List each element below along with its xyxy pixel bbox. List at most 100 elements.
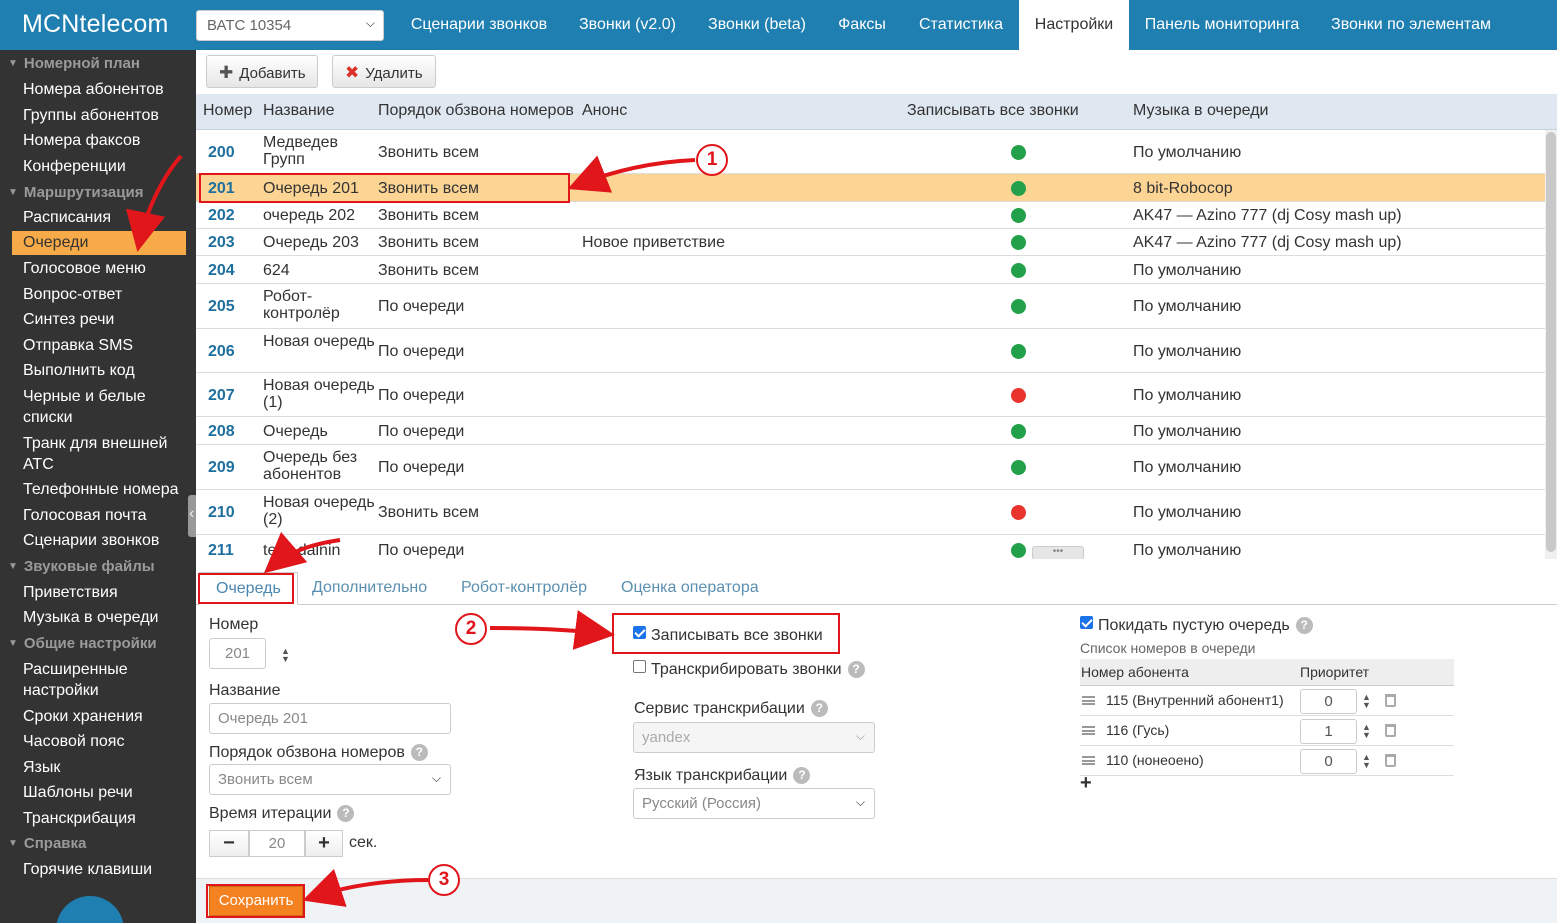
table-row[interactable]: 206 Новая очередь По очереди По умолчанию: [196, 329, 1557, 373]
record-all-checkbox[interactable]: [633, 626, 646, 639]
sidebar-item-transcription[interactable]: Транскрибация: [12, 808, 186, 829]
drag-handle-icon[interactable]: [1082, 696, 1095, 705]
table-row[interactable]: 204 624 Звонить всем По умолчанию: [196, 256, 1557, 284]
order-select[interactable]: Звонить всем ⌵: [209, 764, 451, 795]
sidebar-item-advanced-settings-line2[interactable]: настройки: [12, 680, 186, 701]
service-select[interactable]: yandex ⌵: [633, 722, 875, 753]
priority-spinner[interactable]: ▲ ▼: [1362, 693, 1371, 710]
nav-tab-calls-beta[interactable]: Звонки (beta): [693, 0, 821, 50]
sidebar-item-phone-numbers[interactable]: Телефонные номера: [12, 479, 186, 500]
number-spinner[interactable]: ▲ ▼: [281, 647, 290, 664]
sidebar-item-fax-numbers[interactable]: Номера факсов: [12, 130, 186, 151]
sidebar-item-call-scenarios[interactable]: Сценарии звонков: [12, 530, 186, 551]
column-header-music[interactable]: Музыка в очереди: [1133, 102, 1268, 120]
table-row[interactable]: 207 Новая очередь (1) По очереди По умолчан…: [196, 373, 1557, 417]
column-header-number[interactable]: Номер: [203, 102, 252, 120]
table-row[interactable]: 202 очередь 202 Звонить всем AK47 — Azino 7…: [196, 202, 1557, 229]
column-header-name[interactable]: Название: [263, 102, 335, 120]
column-header-order[interactable]: Порядок обзвона номеров: [378, 102, 574, 120]
sidebar-item-speech-templates[interactable]: Шаблоны речи: [12, 782, 186, 803]
name-input[interactable]: Очередь 201: [209, 703, 451, 734]
sidebar-group-sound-files[interactable]: ▼ Звуковые файлы: [8, 558, 155, 575]
iteration-increment-button[interactable]: +: [305, 830, 343, 857]
help-icon[interactable]: ?: [793, 767, 811, 784]
add-queue-member-button[interactable]: +: [1080, 772, 1092, 795]
trash-icon[interactable]: [1385, 754, 1396, 767]
help-icon[interactable]: ?: [337, 805, 355, 822]
nav-tab-statistics[interactable]: Статистика: [903, 0, 1019, 50]
priority-input[interactable]: 0: [1300, 689, 1357, 714]
sidebar-item-black-white-lists[interactable]: Черные и белые: [12, 386, 186, 407]
sidebar-item-language[interactable]: Язык: [12, 757, 186, 778]
table-row[interactable]: 201 Очередь 201 Звонить всем 8 bit-Robocop: [196, 174, 1557, 202]
pbx-select[interactable]: ВАТС 10354 ⌵: [196, 10, 384, 41]
sidebar-item-run-code[interactable]: Выполнить код: [12, 360, 186, 381]
priority-spinner[interactable]: ▲ ▼: [1362, 753, 1371, 770]
drag-handle-icon[interactable]: [1082, 726, 1095, 735]
sidebar-group-number-plan[interactable]: ▼ Номерной план: [8, 55, 140, 72]
iteration-input[interactable]: 20: [249, 830, 305, 857]
help-icon[interactable]: ?: [847, 661, 865, 678]
nav-tab-monitoring[interactable]: Панель мониторинга: [1129, 0, 1315, 50]
transcribe-checkbox[interactable]: [633, 660, 646, 673]
sidebar-item-external-trunk-line2[interactable]: АТС: [12, 454, 186, 475]
priority-spinner[interactable]: ▲ ▼: [1362, 723, 1371, 740]
help-icon[interactable]: ?: [1295, 617, 1313, 634]
sidebar-item-speech-synthesis[interactable]: Синтез речи: [12, 309, 186, 330]
column-header-record[interactable]: Записывать все звонки: [907, 102, 1079, 120]
sidebar-item-greetings[interactable]: Приветствия: [12, 582, 186, 603]
sidebar-item-black-white-lists-line2[interactable]: списки: [12, 407, 186, 428]
table-row[interactable]: 205 Робот-контролёр По очереди По умолчанию: [196, 284, 1557, 329]
priority-input[interactable]: 0: [1300, 749, 1357, 774]
sidebar-item-hotkeys[interactable]: Горячие клавиши: [12, 859, 186, 880]
sidebar-item-conferences[interactable]: Конференции: [12, 156, 186, 177]
trash-icon[interactable]: [1385, 694, 1396, 707]
sidebar-group-general-settings[interactable]: ▼ Общие настройки: [8, 635, 157, 652]
table-row[interactable]: 200 Медведев Групп Звонить всем По умолчани…: [196, 130, 1557, 174]
sidebar-item-external-trunk[interactable]: Транк для внешней: [12, 433, 186, 454]
tab-additional[interactable]: Дополнительно: [296, 572, 443, 605]
sidebar-item-subscriber-numbers[interactable]: Номера абонентов: [12, 79, 186, 100]
grid-scrollbar-thumb[interactable]: [1546, 132, 1556, 552]
tab-operator-rating[interactable]: Оценка оператора: [605, 572, 775, 605]
table-row[interactable]: 209 Очередь без абонентов По очереди По умо…: [196, 445, 1557, 490]
number-input[interactable]: 201: [209, 638, 266, 669]
sidebar-group-routing[interactable]: ▼ Маршрутизация: [8, 184, 143, 201]
sidebar-item-queues[interactable]: Очереди: [12, 231, 186, 255]
table-row[interactable]: 203 Очередь 203 Звонить всем Новое приветст…: [196, 229, 1557, 256]
tab-queue[interactable]: Очередь: [199, 572, 298, 605]
table-row[interactable]: 210 Новая очередь (2) Звонить всем По умолч…: [196, 490, 1557, 535]
leave-empty-checkbox[interactable]: [1080, 616, 1093, 629]
sidebar-item-subscriber-groups[interactable]: Группы абонентов: [12, 105, 186, 126]
tab-robot-controller[interactable]: Робот-контролёр: [445, 572, 603, 605]
table-row[interactable]: 211 test_dainin По очереди По умолчанию: [196, 535, 1557, 559]
sidebar-group-help[interactable]: ▼ Справка: [8, 835, 86, 852]
sidebar-item-voice-menu[interactable]: Голосовое меню: [12, 258, 186, 279]
resize-handle[interactable]: •••: [1032, 546, 1084, 559]
sidebar-item-voicemail[interactable]: Голосовая почта: [12, 505, 186, 526]
add-button[interactable]: ✚ Добавить: [206, 55, 318, 88]
nav-tab-calls-by-elements[interactable]: Звонки по элементам: [1315, 0, 1507, 50]
sidebar-item-queue-music[interactable]: Музыка в очереди: [12, 607, 186, 628]
delete-button[interactable]: ✖ Удалить: [332, 55, 436, 88]
drag-handle-icon[interactable]: [1082, 756, 1095, 765]
sidebar-item-schedules[interactable]: Расписания: [12, 207, 186, 228]
sidebar-item-qa[interactable]: Вопрос-ответ: [12, 284, 186, 305]
column-header-announce[interactable]: Анонс: [582, 102, 627, 120]
nav-tab-scenarios[interactable]: Сценарии звонков: [396, 0, 562, 50]
priority-input[interactable]: 1: [1300, 719, 1357, 744]
nav-tab-calls-v2[interactable]: Звонки (v2.0): [562, 0, 693, 50]
sidebar-item-timezone[interactable]: Часовой пояс: [12, 731, 186, 752]
save-button[interactable]: Сохранить: [209, 886, 303, 916]
lang-select[interactable]: Русский (Россия) ⌵: [633, 788, 875, 819]
nav-tab-faxes[interactable]: Факсы: [821, 0, 903, 50]
sidebar-item-send-sms[interactable]: Отправка SMS: [12, 335, 186, 356]
sidebar-item-advanced-settings[interactable]: Расширенные: [12, 659, 186, 680]
trash-icon[interactable]: [1385, 724, 1396, 737]
sidebar-item-retention[interactable]: Сроки хранения: [12, 706, 186, 727]
nav-tab-settings[interactable]: Настройки: [1019, 0, 1129, 50]
help-icon[interactable]: ?: [810, 700, 828, 717]
table-row[interactable]: 208 Очередь По очереди По умолчанию: [196, 417, 1557, 445]
help-icon[interactable]: ?: [410, 744, 428, 761]
iteration-decrement-button[interactable]: −: [209, 830, 249, 857]
